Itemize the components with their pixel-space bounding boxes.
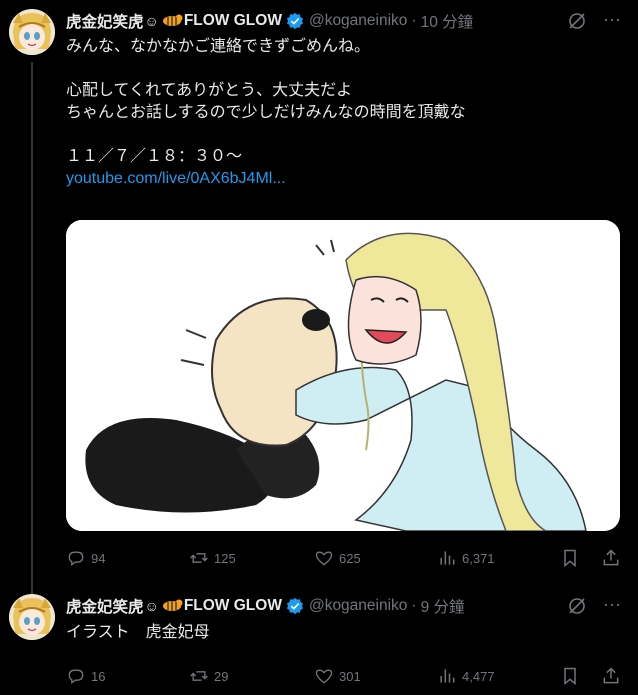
views-count: 4,477 [462,668,495,684]
bookmark-button[interactable] [560,546,585,570]
more-icon[interactable]: ··· [600,9,624,33]
reply-button[interactable]: 94 [66,546,105,570]
retweet-icon [190,553,208,563]
avatar[interactable] [9,9,55,55]
verified-badge-icon [286,12,304,30]
tiger-emoji [161,598,183,615]
like-button[interactable]: 301 [314,664,361,688]
bookmark-button[interactable] [560,664,585,688]
verified-badge-icon [286,597,304,615]
separator: · [411,12,417,29]
retweet-icon [190,671,208,681]
tweet[interactable]: 虎金妃笑虎 ☺ FLOW GLOW @koganeiniko · 9 分鐘 ··… [0,585,638,695]
timestamp[interactable]: 10 分鐘 [421,10,474,32]
reply-button[interactable]: 16 [66,664,105,688]
share-button[interactable] [601,546,626,570]
views-icon [440,669,455,683]
grok-icon[interactable] [567,11,587,31]
tweet-header: 虎金妃笑虎 ☺ FLOW GLOW @koganeiniko · 10 分鐘 [66,10,473,32]
author-name[interactable]: 虎金妃笑虎 [66,10,144,32]
like-icon [315,669,333,684]
tweet-text-line: １１／７／１８：３０～ [66,148,243,165]
avatar[interactable] [9,594,55,640]
bookmark-icon [564,549,576,568]
author-name[interactable]: 虎金妃笑虎 [66,595,144,617]
reply-count: 16 [91,668,106,684]
tweet-header: 虎金妃笑虎 ☺ FLOW GLOW @koganeiniko · 9 分鐘 [66,595,465,617]
grok-icon[interactable] [567,596,587,616]
views-count: 6,371 [462,550,495,566]
share-button[interactable] [601,664,626,688]
tweet-actions: 16 29 301 4,477 [66,664,628,688]
like-count: 301 [339,668,361,684]
reply-icon [68,669,84,684]
views-button[interactable]: 4,477 [437,664,495,688]
reply-count: 94 [91,550,106,566]
like-icon [315,551,333,566]
author-name-suffix[interactable]: FLOW GLOW [184,12,282,30]
views-button[interactable]: 6,371 [437,546,495,570]
views-icon [440,551,455,565]
tweet-text-line: 心配してくれてありがとう、大丈夫だよ [66,82,353,99]
tweet-text-line: みんな、なかなかご連絡できずごめんね。 [66,38,371,55]
separator: · [411,597,417,614]
thread-connector [31,62,33,594]
bookmark-icon [564,667,576,686]
tweet-image[interactable] [66,220,620,531]
smiling-face-emoji: ☺ [144,13,159,29]
retweet-button[interactable]: 125 [189,546,236,570]
share-icon [603,667,619,684]
timestamp[interactable]: 9 分鐘 [421,595,465,617]
tiger-emoji [161,13,183,30]
retweet-count: 125 [214,550,236,566]
tweet-text: イラスト 虎金妃母 [66,624,210,641]
tweet-text-line: ちゃんとお話しするので少しだけみんなの時間を頂戴な [66,104,466,121]
like-button[interactable]: 625 [314,546,361,570]
smiling-face-emoji: ☺ [144,598,159,614]
like-count: 625 [339,550,361,566]
retweet-button[interactable]: 29 [189,664,228,688]
tweet[interactable]: 虎金妃笑虎 ☺ FLOW GLOW @koganeiniko · 10 分鐘 ·… [0,0,638,594]
author-handle[interactable]: @koganeiniko [309,597,407,615]
share-icon [603,549,619,566]
reply-icon [68,551,84,566]
retweet-count: 29 [214,668,229,684]
tweet-actions: 94 125 625 6,371 [66,546,628,570]
more-icon[interactable]: ··· [600,594,624,618]
author-name-suffix[interactable]: FLOW GLOW [184,597,282,615]
author-handle[interactable]: @koganeiniko [309,12,407,30]
tweet-text: みんな、なかなかご連絡できずごめんね。 心配してくれてありがとう、大丈夫だよ ち… [66,36,466,190]
tweet-link[interactable]: youtube.com/live/0AX6bJ4Ml... [66,170,286,187]
